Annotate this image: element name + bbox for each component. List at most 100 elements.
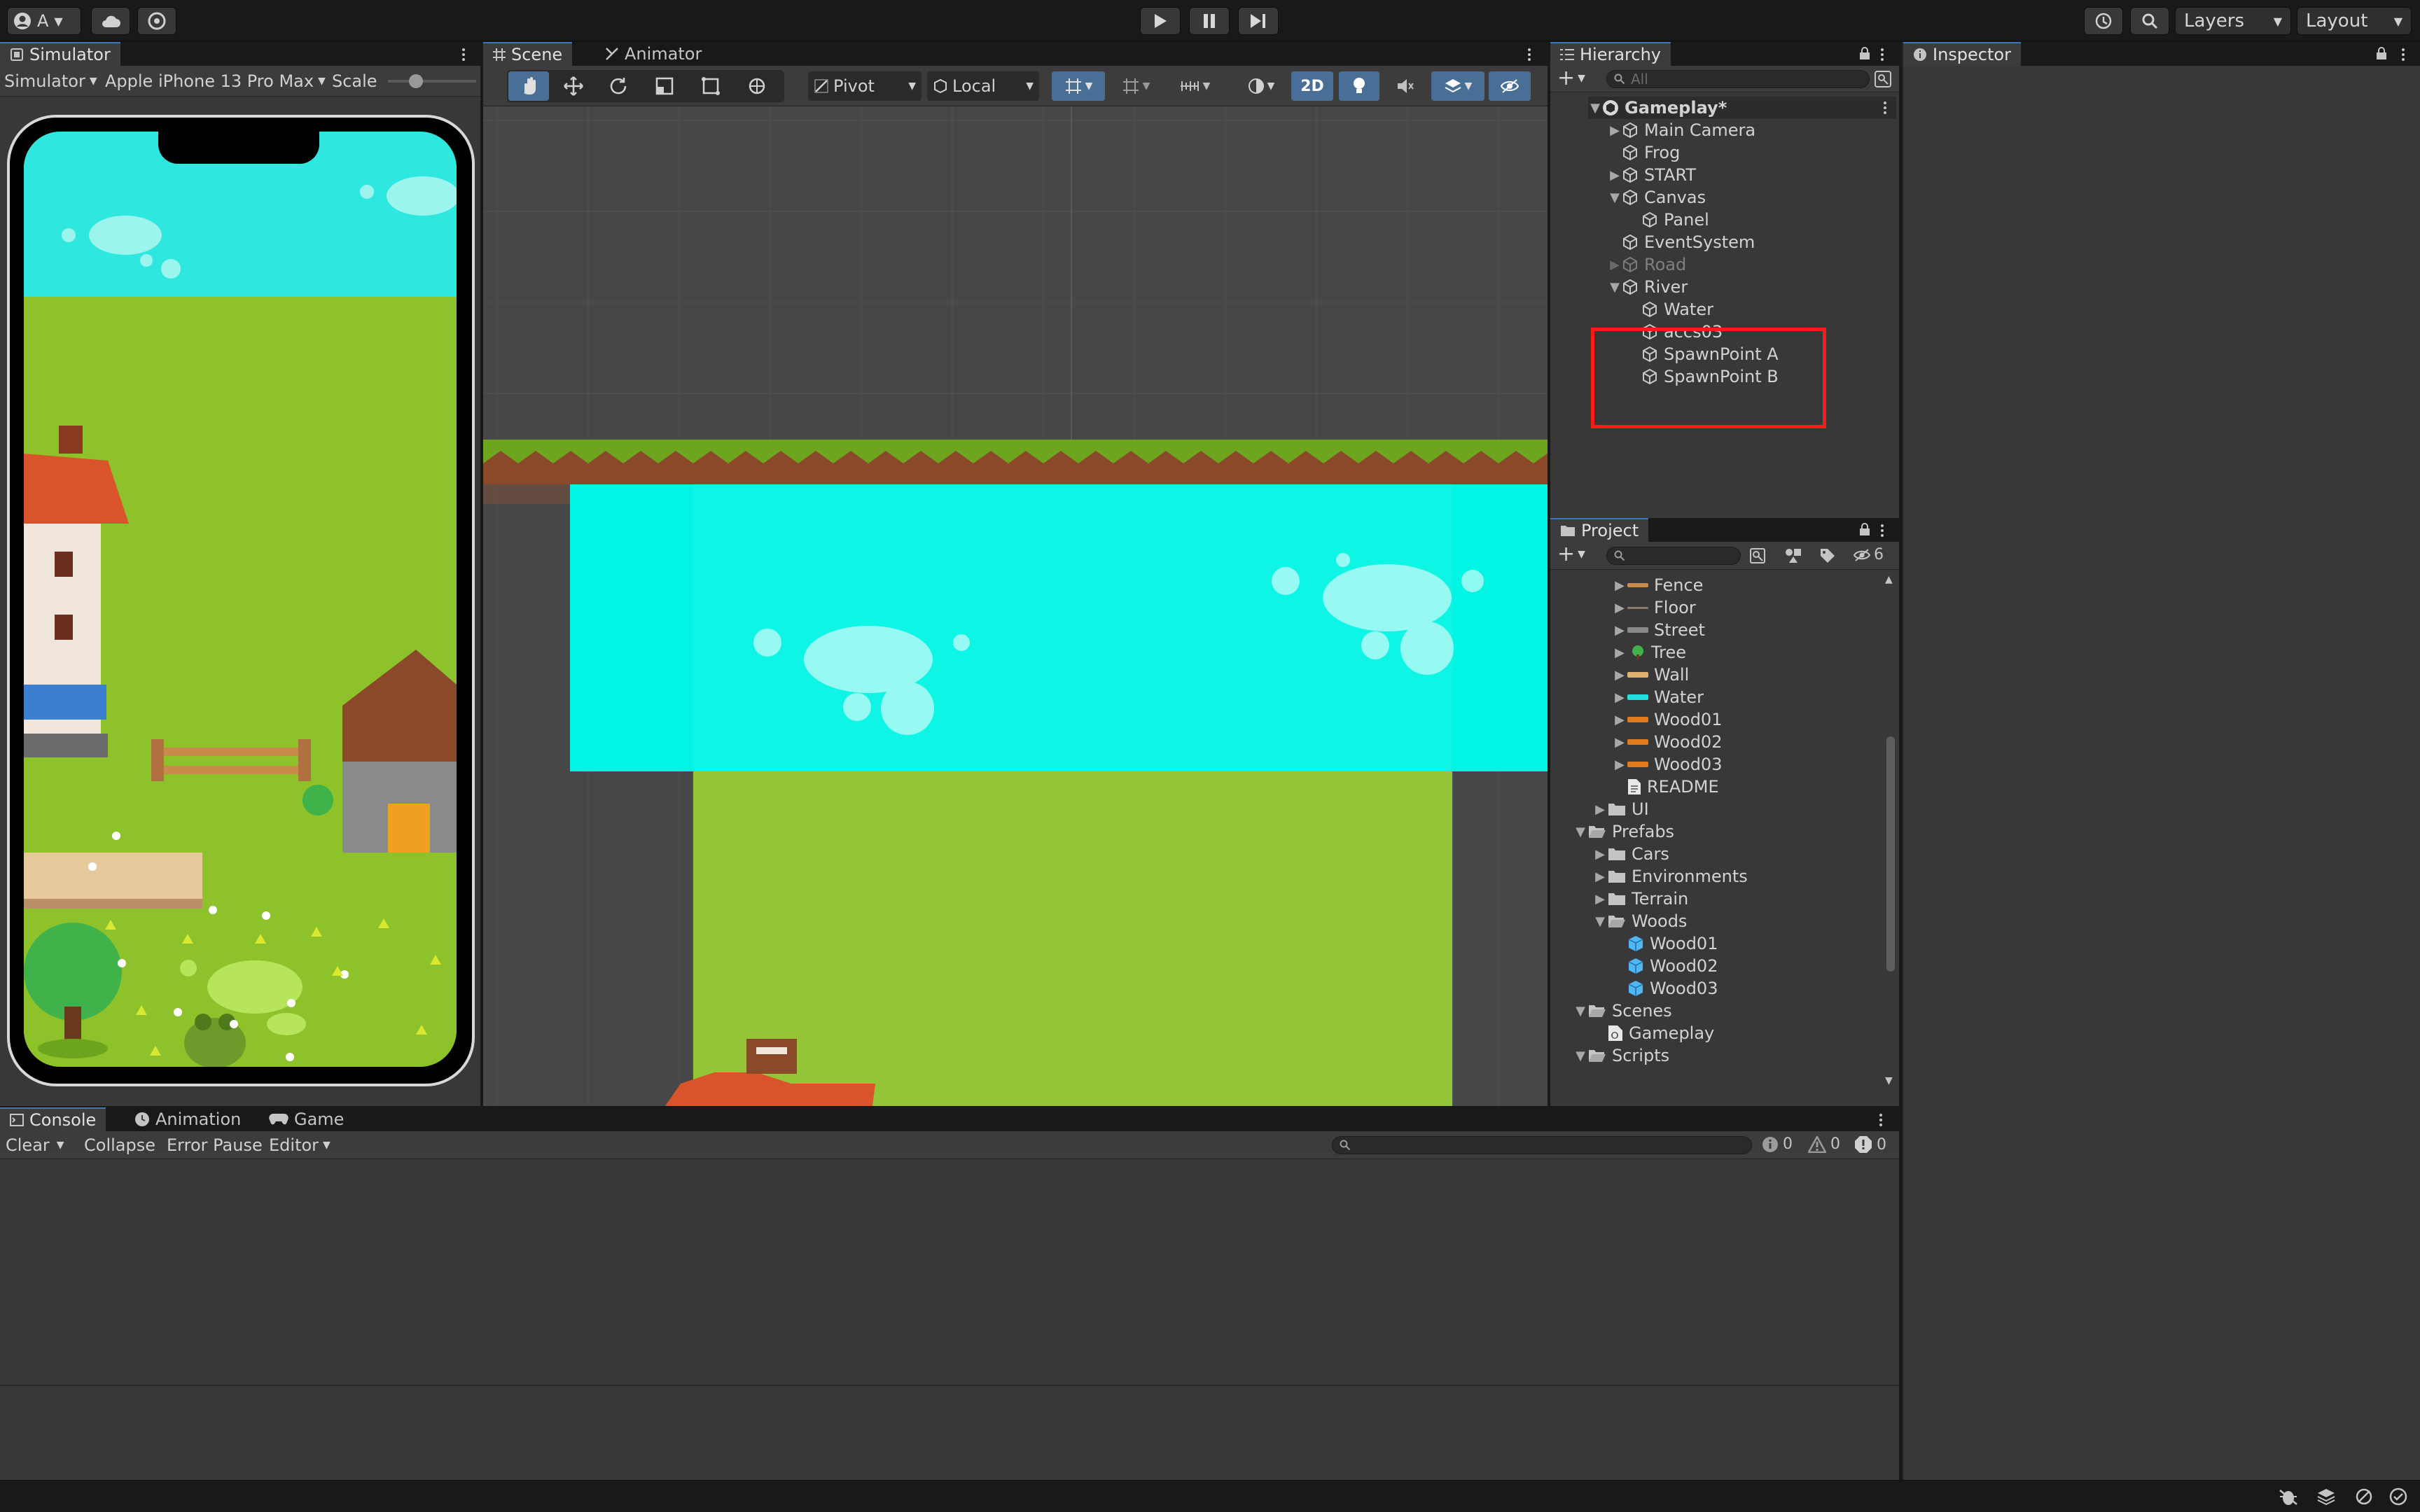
scale-slider-handle[interactable] [409, 74, 423, 88]
increment-snap-button[interactable]: ▼ [1167, 71, 1223, 101]
panel-menu-icon[interactable] [1528, 46, 1532, 63]
project-item[interactable]: Wood01 [1612, 932, 1718, 955]
hierarchy-item-water[interactable]: Water [1627, 298, 1713, 321]
lighting-toggle[interactable] [1339, 71, 1379, 101]
project-folder[interactable]: ▶ UI [1592, 798, 1649, 820]
panel-menu-icon[interactable] [462, 46, 466, 63]
tab-inspector[interactable]: Inspector [1903, 42, 2021, 66]
scale-tool-button[interactable] [644, 71, 685, 101]
project-item[interactable]: ▶ Wood01 [1612, 708, 1722, 731]
local-dropdown[interactable]: Local ▼ [927, 71, 1039, 101]
expand-arrow-icon[interactable]: ▼ [1608, 280, 1622, 295]
hierarchy-item-start[interactable]: ▶ START [1608, 164, 1696, 186]
expand-arrow-icon[interactable]: ▶ [1592, 802, 1608, 817]
collapse-toggle[interactable]: Collapse [84, 1135, 155, 1155]
scroll-up-icon[interactable]: ▲ [1885, 574, 1893, 585]
tab-console[interactable]: Console [0, 1107, 106, 1131]
project-folder[interactable]: ▼ Scenes [1573, 1000, 1672, 1022]
layers-dropdown[interactable]: Layers ▼ [2175, 7, 2291, 35]
scroll-down-icon[interactable]: ▼ [1885, 1075, 1893, 1086]
warning-count-toggle[interactable]: 0 [1808, 1135, 1840, 1153]
account-dropdown[interactable]: A ▼ [7, 7, 81, 35]
project-item[interactable]: ▶ Floor [1612, 596, 1696, 619]
layers-status-icon[interactable] [2316, 1488, 2336, 1506]
2d-mode-toggle[interactable]: 2D [1291, 71, 1333, 101]
panel-menu-icon[interactable] [1879, 1112, 1884, 1128]
search-by-type-icon[interactable] [1749, 547, 1766, 564]
scene-viewport[interactable] [483, 106, 1548, 1106]
filter-by-label-icon[interactable] [1819, 547, 1836, 564]
expand-arrow-icon[interactable]: ▼ [1588, 101, 1602, 115]
panel-menu-icon[interactable] [1881, 46, 1885, 63]
hierarchy-item-river[interactable]: ▼ River [1608, 276, 1688, 298]
hierarchy-item-canvas[interactable]: ▼ Canvas [1608, 186, 1706, 209]
check-status-icon[interactable] [2389, 1488, 2407, 1506]
log-count-toggle[interactable]: 0 [1762, 1135, 1793, 1153]
tab-simulator[interactable]: Simulator [0, 42, 120, 66]
history-button[interactable] [2084, 7, 2123, 35]
create-dropdown[interactable]: + ▼ [1557, 68, 1585, 89]
expand-arrow-icon[interactable]: ▶ [1612, 645, 1627, 660]
effects-dropdown[interactable]: ▼ [1431, 71, 1484, 101]
project-folder[interactable]: ▶ Cars [1592, 843, 1669, 865]
project-item[interactable]: ▶ Wood02 [1612, 731, 1722, 753]
project-folder[interactable]: ▼ Prefabs [1573, 820, 1674, 843]
expand-arrow-icon[interactable]: ▼ [1573, 825, 1588, 839]
project-item[interactable]: README [1612, 776, 1719, 798]
expand-arrow-icon[interactable]: ▶ [1592, 869, 1608, 884]
scrollbar-thumb[interactable] [1886, 736, 1895, 972]
scene-visibility-toggle[interactable] [1489, 71, 1531, 101]
expand-arrow-icon[interactable]: ▼ [1608, 190, 1622, 205]
project-item[interactable]: ▶ Street [1612, 619, 1705, 641]
hidden-packages-toggle[interactable]: 6 [1853, 546, 1884, 564]
expand-arrow-icon[interactable]: ▼ [1592, 914, 1608, 929]
search-button[interactable] [2130, 7, 2169, 35]
project-item[interactable]: Wood02 [1612, 955, 1718, 977]
tab-hierarchy[interactable]: Hierarchy [1550, 42, 1671, 66]
expand-arrow-icon[interactable]: ▶ [1608, 123, 1622, 138]
shading-mode-dropdown[interactable]: ▼ [1237, 71, 1286, 101]
rect-tool-button[interactable] [690, 71, 731, 101]
expand-arrow-icon[interactable]: ▶ [1612, 757, 1627, 772]
lock-icon[interactable] [2375, 46, 2388, 60]
expand-arrow-icon[interactable]: ▼ [1573, 1004, 1588, 1018]
panel-menu-icon[interactable] [2402, 46, 2406, 63]
filter-by-type-icon[interactable] [1784, 547, 1802, 564]
project-folder[interactable]: ▶ Terrain [1592, 888, 1688, 910]
console-search-input[interactable] [1332, 1136, 1752, 1154]
cloud-button[interactable] [91, 7, 130, 35]
expand-arrow-icon[interactable]: ▶ [1612, 578, 1627, 593]
expand-arrow-icon[interactable]: ▶ [1608, 168, 1622, 183]
lock-icon[interactable] [1858, 46, 1871, 60]
editor-dropdown[interactable]: Editor ▼ [269, 1135, 331, 1155]
hierarchy-item-road[interactable]: ▶ Road [1608, 253, 1686, 276]
expand-arrow-icon[interactable]: ▶ [1612, 623, 1627, 638]
bug-icon[interactable] [2279, 1488, 2298, 1506]
expand-arrow-icon[interactable]: ▶ [1608, 258, 1622, 272]
network-status-icon[interactable] [2354, 1488, 2374, 1506]
transform-tool-button[interactable] [737, 71, 777, 101]
project-item[interactable]: Gameplay [1592, 1022, 1714, 1044]
expand-arrow-icon[interactable]: ▶ [1612, 690, 1627, 705]
create-dropdown[interactable]: + ▼ [1557, 544, 1585, 565]
clear-dropdown[interactable]: Clear ▼ [6, 1135, 64, 1155]
scene-root-row[interactable]: ▼ Gameplay* [1588, 97, 1896, 119]
hierarchy-item-main-camera[interactable]: ▶ Main Camera [1608, 119, 1755, 141]
project-folder[interactable]: ▼ Scripts [1573, 1044, 1669, 1067]
layout-dropdown[interactable]: Layout ▼ [2297, 7, 2412, 35]
hierarchy-item-frog[interactable]: Frog [1608, 141, 1680, 164]
step-button[interactable] [1238, 7, 1279, 35]
project-item[interactable]: Wood03 [1612, 977, 1718, 1000]
expand-arrow-icon[interactable]: ▶ [1592, 892, 1608, 906]
project-item[interactable]: ▶ Tree [1612, 641, 1686, 664]
device-dropdown[interactable]: Apple iPhone 13 Pro Max ▼ [105, 71, 326, 91]
audio-toggle[interactable] [1385, 71, 1426, 101]
grid-settings-button[interactable]: ▼ [1109, 71, 1162, 101]
game-view-screen[interactable] [24, 132, 457, 1067]
pivot-dropdown[interactable]: Pivot ▼ [808, 71, 922, 101]
search-options-icon[interactable] [1874, 70, 1892, 88]
panel-menu-icon[interactable] [1881, 522, 1885, 539]
collab-button[interactable] [137, 7, 176, 35]
tab-project[interactable]: Project [1550, 518, 1649, 542]
lock-icon[interactable] [1858, 522, 1871, 536]
